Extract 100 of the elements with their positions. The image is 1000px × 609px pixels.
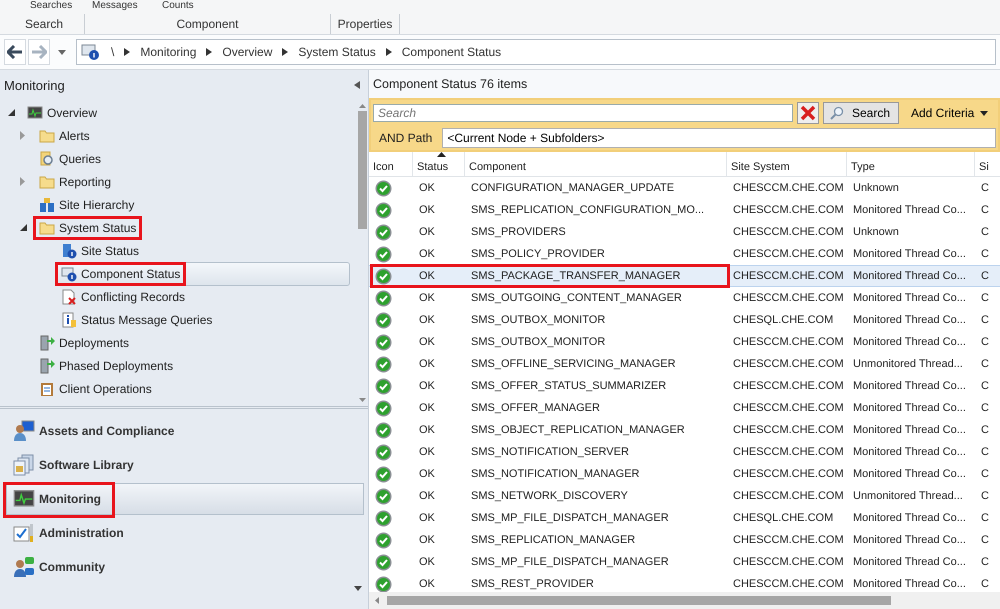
table-row[interactable]: OK SMS_REST_PROVIDER CHESCCM.CHE.COM Monitored Thread Co... C [369, 573, 1000, 592]
table-cell: OK [419, 490, 435, 502]
check-icon [375, 378, 392, 394]
workspace-item[interactable]: Software Library [6, 449, 364, 481]
dropdown-caret-icon[interactable] [58, 50, 66, 54]
tree-item[interactable]: Reporting [34, 170, 350, 194]
expanded-arrow-icon[interactable] [8, 109, 15, 116]
breadcrumb-item[interactable]: \ [111, 45, 114, 59]
column-header[interactable]: Component [465, 152, 727, 176]
table-row[interactable]: OK SMS_OFFER_MANAGER CHESCCM.CHE.COM Monitored Thread Co... C [369, 397, 1000, 419]
check-icon [375, 356, 392, 372]
horizontal-scrollbar[interactable] [369, 592, 1000, 609]
search-button[interactable]: Search [823, 102, 899, 124]
tree-item[interactable]: System Status [34, 216, 350, 240]
breadcrumb-item[interactable]: Overview [222, 45, 272, 59]
folder-icon [39, 220, 55, 236]
table-cell: C [981, 534, 989, 546]
clear-search-button[interactable] [797, 102, 819, 124]
table-cell: CHESCCM.CHE.COM [733, 292, 844, 304]
deployment-icon [39, 358, 55, 374]
table-cell: Monitored Thread Co... [853, 556, 966, 568]
table-row[interactable]: OK SMS_OFFER_STATUS_SUMMARIZER CHESCCM.CHE.COM Monitored Thread Co... C [369, 375, 1000, 397]
table-cell: SMS_OBJECT_REPLICATION_MANAGER [471, 424, 685, 436]
workspace-item[interactable]: Administration [6, 517, 364, 549]
workspace-item[interactable]: Monitoring [6, 483, 364, 515]
column-header[interactable]: Status [413, 152, 465, 176]
workspace-item[interactable]: Community [6, 551, 364, 583]
table-row[interactable]: OK CONFIGURATION_MANAGER_UPDATE CHESCCM.CHE.COM Unknown C [369, 177, 1000, 199]
table-cell: SMS_OUTBOX_MONITOR [471, 336, 606, 348]
table-cell: SMS_MP_FILE_DISPATCH_MANAGER [471, 556, 669, 568]
path-field[interactable]: <Current Node + Subfolders> [442, 128, 996, 148]
tree-item[interactable]: Overview [22, 100, 350, 124]
address-bar[interactable]: \ Monitoring Overview System Status Component Status [76, 39, 996, 65]
table-cell: C [981, 292, 989, 304]
table-row[interactable]: OK SMS_MP_FILE_DISPATCH_MANAGER CHESCCM.CHE.COM Monitored Thread Co... C [369, 551, 1000, 573]
more-caret-icon[interactable] [354, 586, 362, 591]
table-row[interactable]: OK SMS_OFFLINE_SERVICING_MANAGER CHESCCM.CHE.COM Unmonitored Thread... C [369, 353, 1000, 375]
table-cell: Monitored Thread Co... [853, 446, 966, 458]
hierarchy-icon [39, 196, 55, 212]
column-header[interactable]: Site System [727, 152, 847, 176]
table-row[interactable]: OK SMS_NOTIFICATION_SERVER CHESCCM.CHE.COM Monitored Thread Co... C [369, 441, 1000, 463]
table-row[interactable]: OK SMS_REPLICATION_MANAGER CHESCCM.CHE.COM Monitored Thread Co... C [369, 529, 1000, 551]
collapsed-arrow-icon[interactable] [20, 177, 25, 186]
check-icon [375, 488, 392, 504]
tree-item[interactable]: Client Operations [34, 376, 350, 400]
table-cell: OK [419, 578, 435, 590]
ribbon-command[interactable]: Counts [162, 0, 194, 11]
table-cell: CHESCCM.CHE.COM [733, 578, 844, 590]
tree-item[interactable]: Status Message Queries [56, 308, 350, 332]
expanded-arrow-icon[interactable] [20, 224, 27, 231]
ribbon-group-label: Search [24, 17, 64, 31]
table-cell: C [981, 336, 989, 348]
table-cell: Monitored Thread Co... [853, 314, 966, 326]
table-row[interactable]: OK SMS_MP_FILE_DISPATCH_MANAGER CHESQL.CHE.COM Monitored Thread Co... C [369, 507, 1000, 529]
table-row[interactable]: OK SMS_OBJECT_REPLICATION_MANAGER CHESCCM.CHE.COM Monitored Thread Co... C [369, 419, 1000, 441]
table-cell: OK [419, 556, 435, 568]
tree-item[interactable]: Component Status [56, 262, 350, 286]
table-cell: OK [419, 292, 435, 304]
tree-item[interactable]: Deployments [34, 330, 350, 354]
table-row[interactable]: OK SMS_NETWORK_DISCOVERY CHESCCM.CHE.COM Unmonitored Thread... C [369, 485, 1000, 507]
column-header[interactable]: Icon [369, 152, 413, 176]
column-header[interactable]: Si [975, 152, 1000, 176]
table-cell: Monitored Thread Co... [853, 578, 966, 590]
table-cell: CHESCCM.CHE.COM [733, 182, 844, 194]
ribbon-command[interactable]: Searches [30, 0, 72, 11]
breadcrumb-separator-icon [124, 48, 130, 56]
column-header[interactable]: Type [847, 152, 975, 176]
breadcrumb-item[interactable]: Component Status [402, 45, 502, 59]
table-row[interactable]: OK SMS_OUTBOX_MONITOR CHESQL.CHE.COM Monitored Thread Co... C [369, 309, 1000, 331]
table-row[interactable]: OK SMS_POLICY_PROVIDER CHESCCM.CHE.COM Monitored Thread Co... C [369, 243, 1000, 265]
tree-item[interactable]: Phased Deployments [34, 354, 350, 378]
tree-item[interactable]: Site Hierarchy [34, 192, 350, 216]
table-row[interactable]: OK SMS_REPLICATION_CONFIGURATION_MO... CHESCCM.CHE.COM Monitored Thread Co... C [369, 199, 1000, 221]
scroll-up-icon[interactable] [358, 104, 366, 108]
table-cell: Unknown [853, 226, 899, 238]
tree-item[interactable]: Queries [34, 146, 350, 170]
table-row[interactable]: OK SMS_PROVIDERS CHESCCM.CHE.COM Unknown C [369, 221, 1000, 243]
table-row[interactable]: OK SMS_OUTBOX_MONITOR CHESCCM.CHE.COM Monitored Thread Co... C [369, 331, 1000, 353]
tree-item[interactable]: Conflicting Records [56, 284, 350, 308]
people-chat-icon [13, 556, 35, 578]
scroll-down-icon[interactable] [358, 398, 366, 402]
workspace-item[interactable]: Assets and Compliance [6, 415, 364, 447]
table-row[interactable]: OK SMS_OUTGOING_CONTENT_MANAGER CHESCCM.CHE.COM Monitored Thread Co... C [369, 287, 1000, 309]
ribbon-command[interactable]: Messages [92, 0, 138, 11]
magnifier-icon [39, 150, 55, 166]
tree-item[interactable]: Site Status [56, 238, 350, 262]
scroll-left-icon[interactable] [375, 597, 379, 604]
tree-item[interactable]: Alerts [34, 124, 350, 148]
table-row[interactable]: OK SMS_NOTIFICATION_MANAGER CHESCCM.CHE.COM Monitored Thread Co... C [369, 463, 1000, 485]
search-field[interactable]: Search [373, 104, 793, 122]
breadcrumb-item[interactable]: System Status [298, 45, 376, 59]
breadcrumb-item[interactable]: Monitoring [140, 45, 196, 59]
collapse-pane-icon[interactable] [354, 81, 360, 89]
table-row[interactable]: OK SMS_PACKAGE_TRANSFER_MANAGER CHESCCM.CHE.COM Monitored Thread Co... C [369, 265, 1000, 287]
table-cell: C [981, 402, 989, 414]
collapsed-arrow-icon[interactable] [20, 131, 25, 140]
table-cell: CHESCCM.CHE.COM [733, 468, 844, 480]
table-cell: OK [419, 226, 435, 238]
back-button[interactable] [4, 39, 26, 65]
add-criteria-button[interactable]: Add Criteria [903, 106, 992, 120]
